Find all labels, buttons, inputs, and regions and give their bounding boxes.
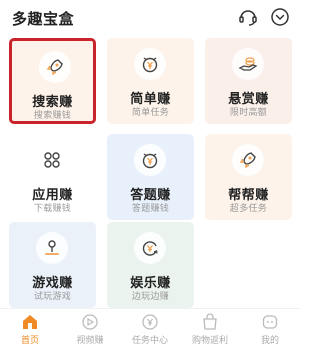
tile-game-earn[interactable]: 游戏赚 试玩游戏 bbox=[9, 222, 96, 308]
header: 多趣宝盒 bbox=[0, 0, 300, 34]
apps-icon bbox=[36, 144, 68, 176]
tab-label: 购物返利 bbox=[191, 336, 228, 346]
tile-quiz-earn[interactable]: 答题赚 答题赚钱 bbox=[107, 134, 194, 220]
tile-subtitle: 简单任务 bbox=[131, 108, 170, 118]
tab-label: 视频赚 bbox=[76, 336, 104, 346]
tile-bounty-earn[interactable]: 悬赏赚 限时高额 bbox=[205, 38, 292, 124]
chevron-down-circle-icon[interactable] bbox=[269, 6, 291, 28]
bottom-tab-bar: 首页 视频赚 任务中心 购物返利 我的 bbox=[0, 308, 300, 348]
tile-subtitle: 搜索赚钱 bbox=[33, 111, 72, 121]
home-icon bbox=[23, 315, 37, 329]
tab-task-center[interactable]: 任务中心 bbox=[120, 313, 180, 348]
tile-app-earn[interactable]: 应用赚 下载赚钱 bbox=[9, 134, 96, 220]
tile-subtitle: 限时高额 bbox=[229, 108, 268, 118]
tab-shopping-rebate[interactable]: 购物返利 bbox=[180, 313, 240, 348]
rocket-icon bbox=[39, 51, 71, 83]
task-icon bbox=[142, 314, 158, 330]
tile-search-earn[interactable]: 搜索赚 搜索赚钱 bbox=[9, 38, 96, 124]
tab-label: 任务中心 bbox=[131, 336, 168, 346]
play-icon bbox=[82, 314, 98, 330]
yen-refresh-icon bbox=[134, 232, 166, 264]
profile-icon bbox=[262, 315, 278, 329]
app-title: 多趣宝盒 bbox=[12, 10, 75, 28]
tab-video-earn[interactable]: 视频赚 bbox=[60, 313, 120, 348]
tab-mine[interactable]: 我的 bbox=[240, 313, 300, 348]
coin-hand-icon bbox=[232, 48, 264, 80]
headset-icon[interactable] bbox=[237, 6, 259, 28]
tab-home[interactable]: 首页 bbox=[0, 313, 60, 348]
tile-subtitle: 答题赚钱 bbox=[131, 204, 170, 214]
tile-subtitle: 下载赚钱 bbox=[33, 204, 72, 214]
rocket-icon bbox=[232, 144, 264, 176]
tile-subtitle: 试玩游戏 bbox=[33, 292, 72, 302]
yen-clock-icon bbox=[134, 144, 166, 176]
joystick-icon bbox=[36, 232, 68, 264]
tile-help-earn[interactable]: 帮帮赚 超多任务 bbox=[205, 134, 292, 220]
shop-icon bbox=[203, 313, 217, 330]
tile-subtitle: 超多任务 bbox=[229, 204, 268, 214]
yen-clock-icon bbox=[134, 48, 166, 80]
tab-label: 我的 bbox=[260, 336, 279, 346]
tile-fun-earn[interactable]: 娱乐赚 边玩边赚 bbox=[107, 222, 194, 308]
tab-label: 首页 bbox=[20, 336, 39, 346]
tile-subtitle: 边玩边赚 bbox=[131, 292, 170, 302]
tile-simple-earn[interactable]: 简单赚 简单任务 bbox=[107, 38, 194, 124]
